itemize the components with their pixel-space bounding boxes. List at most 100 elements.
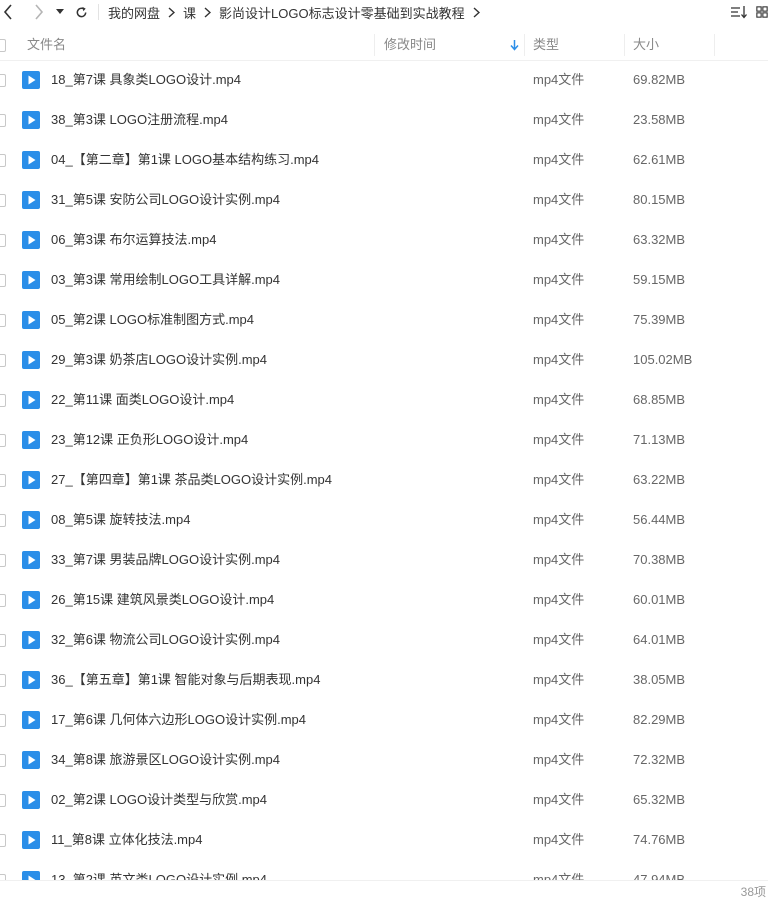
row-checkbox[interactable] — [0, 794, 6, 807]
file-name[interactable]: 22_第11课 面类LOGO设计.mp4 — [51, 380, 234, 420]
row-checkbox[interactable] — [0, 274, 6, 287]
file-row[interactable]: 13_第2课 英文类LOGO设计实例.mp4 mp4文件 47.94MB — [0, 860, 768, 880]
chevron-left-icon[interactable] — [0, 0, 16, 24]
file-name[interactable]: 05_第2课 LOGO标准制图方式.mp4 — [51, 300, 254, 340]
file-type: mp4文件 — [533, 272, 585, 287]
video-file-icon — [22, 671, 40, 689]
breadcrumb-item-current[interactable]: 影尚设计LOGO标志设计零基础到实战教程 — [219, 3, 465, 22]
file-row[interactable]: 17_第6课 几何体六边形LOGO设计实例.mp4 mp4文件 82.29MB — [0, 700, 768, 740]
file-row[interactable]: 38_第3课 LOGO注册流程.mp4 mp4文件 23.58MB — [0, 100, 768, 140]
chevron-right-icon[interactable] — [30, 0, 48, 24]
file-row[interactable]: 02_第2课 LOGO设计类型与欣赏.mp4 mp4文件 65.32MB — [0, 780, 768, 820]
row-checkbox[interactable] — [0, 354, 6, 367]
row-checkbox[interactable] — [0, 634, 6, 647]
file-type: mp4文件 — [533, 392, 585, 407]
file-size: 74.76MB — [633, 832, 686, 847]
grid-view-icon[interactable] — [756, 0, 768, 24]
video-file-icon — [22, 551, 40, 569]
refresh-icon[interactable] — [74, 0, 88, 24]
file-row[interactable]: 06_第3课 布尔运算技法.mp4 mp4文件 63.32MB — [0, 220, 768, 260]
column-divider[interactable] — [524, 34, 525, 56]
row-checkbox[interactable] — [0, 674, 6, 687]
file-size: 63.22MB — [633, 472, 686, 487]
file-row[interactable]: 33_第7课 男装品牌LOGO设计实例.mp4 mp4文件 70.38MB — [0, 540, 768, 580]
file-size: 62.61MB — [633, 152, 686, 167]
column-divider[interactable] — [374, 34, 375, 56]
file-name[interactable]: 13_第2课 英文类LOGO设计实例.mp4 — [51, 860, 267, 880]
file-name[interactable]: 31_第5课 安防公司LOGO设计实例.mp4 — [51, 180, 280, 220]
file-row[interactable]: 03_第3课 常用绘制LOGO工具详解.mp4 mp4文件 59.15MB — [0, 260, 768, 300]
row-checkbox[interactable] — [0, 594, 6, 607]
file-row[interactable]: 31_第5课 安防公司LOGO设计实例.mp4 mp4文件 80.15MB — [0, 180, 768, 220]
video-file-icon — [22, 71, 40, 89]
file-name[interactable]: 04_【第二章】第1课 LOGO基本结构练习.mp4 — [51, 140, 319, 180]
file-row[interactable]: 32_第6课 物流公司LOGO设计实例.mp4 mp4文件 64.01MB — [0, 620, 768, 660]
file-row[interactable]: 26_第15课 建筑风景类LOGO设计.mp4 mp4文件 60.01MB — [0, 580, 768, 620]
video-file-icon — [22, 591, 40, 609]
file-name[interactable]: 38_第3课 LOGO注册流程.mp4 — [51, 100, 228, 140]
row-checkbox[interactable] — [0, 154, 6, 167]
file-row[interactable]: 27_【第四章】第1课 茶品类LOGO设计实例.mp4 mp4文件 63.22M… — [0, 460, 768, 500]
video-file-icon — [22, 871, 40, 880]
file-row[interactable]: 22_第11课 面类LOGO设计.mp4 mp4文件 68.85MB — [0, 380, 768, 420]
breadcrumb-expand-icon[interactable] — [473, 6, 480, 18]
row-checkbox[interactable] — [0, 314, 6, 327]
file-name[interactable]: 06_第3课 布尔运算技法.mp4 — [51, 220, 216, 260]
sort-order-icon[interactable] — [730, 0, 748, 24]
caret-down-icon[interactable] — [55, 0, 65, 24]
file-name[interactable]: 23_第12课 正负形LOGO设计.mp4 — [51, 420, 248, 460]
file-row[interactable]: 29_第3课 奶茶店LOGO设计实例.mp4 mp4文件 105.02MB — [0, 340, 768, 380]
column-header-name[interactable]: 文件名 — [27, 30, 66, 60]
file-name[interactable]: 08_第5课 旋转技法.mp4 — [51, 500, 190, 540]
toolbar-divider — [98, 4, 99, 20]
file-name[interactable]: 11_第8课 立体化技法.mp4 — [51, 820, 202, 860]
file-name[interactable]: 34_第8课 旅游景区LOGO设计实例.mp4 — [51, 740, 280, 780]
file-row[interactable]: 34_第8课 旅游景区LOGO设计实例.mp4 mp4文件 72.32MB — [0, 740, 768, 780]
row-checkbox[interactable] — [0, 234, 6, 247]
breadcrumb-item-root[interactable]: 我的网盘 — [108, 3, 160, 22]
row-checkbox[interactable] — [0, 394, 6, 407]
file-type: mp4文件 — [533, 712, 585, 727]
file-type: mp4文件 — [533, 672, 585, 687]
file-name[interactable]: 02_第2课 LOGO设计类型与欣赏.mp4 — [51, 780, 267, 820]
file-name[interactable]: 27_【第四章】第1课 茶品类LOGO设计实例.mp4 — [51, 460, 332, 500]
file-row[interactable]: 05_第2课 LOGO标准制图方式.mp4 mp4文件 75.39MB — [0, 300, 768, 340]
column-divider[interactable] — [714, 34, 715, 56]
column-header-modified[interactable]: 修改时间 — [384, 30, 436, 60]
row-checkbox[interactable] — [0, 554, 6, 567]
row-checkbox[interactable] — [0, 474, 6, 487]
row-checkbox[interactable] — [0, 754, 6, 767]
file-name[interactable]: 36_【第五章】第1课 智能对象与后期表现.mp4 — [51, 660, 320, 700]
file-name[interactable]: 32_第6课 物流公司LOGO设计实例.mp4 — [51, 620, 280, 660]
row-checkbox[interactable] — [0, 194, 6, 207]
column-header-size[interactable]: 大小 — [633, 30, 659, 60]
file-name[interactable]: 26_第15课 建筑风景类LOGO设计.mp4 — [51, 580, 274, 620]
row-checkbox[interactable] — [0, 834, 6, 847]
file-name[interactable]: 18_第7课 具象类LOGO设计.mp4 — [51, 60, 241, 100]
file-type: mp4文件 — [533, 512, 585, 527]
file-size: 80.15MB — [633, 192, 686, 207]
file-row[interactable]: 36_【第五章】第1课 智能对象与后期表现.mp4 mp4文件 38.05MB — [0, 660, 768, 700]
file-row[interactable]: 11_第8课 立体化技法.mp4 mp4文件 74.76MB — [0, 820, 768, 860]
file-size: 75.39MB — [633, 312, 686, 327]
file-type: mp4文件 — [533, 352, 585, 367]
file-row[interactable]: 23_第12课 正负形LOGO设计.mp4 mp4文件 71.13MB — [0, 420, 768, 460]
row-checkbox[interactable] — [0, 714, 6, 727]
file-row[interactable]: 08_第5课 旋转技法.mp4 mp4文件 56.44MB — [0, 500, 768, 540]
file-name[interactable]: 03_第3课 常用绘制LOGO工具详解.mp4 — [51, 260, 280, 300]
file-row[interactable]: 18_第7课 具象类LOGO设计.mp4 mp4文件 69.82MB — [0, 60, 768, 100]
file-type: mp4文件 — [533, 472, 585, 487]
row-checkbox[interactable] — [0, 74, 6, 87]
column-header-type[interactable]: 类型 — [533, 30, 559, 60]
row-checkbox[interactable] — [0, 514, 6, 527]
row-checkbox[interactable] — [0, 114, 6, 127]
file-name[interactable]: 17_第6课 几何体六边形LOGO设计实例.mp4 — [51, 700, 306, 740]
select-all-checkbox[interactable] — [0, 39, 6, 52]
column-divider[interactable] — [624, 34, 625, 56]
file-name[interactable]: 33_第7课 男装品牌LOGO设计实例.mp4 — [51, 540, 280, 580]
row-checkbox[interactable] — [0, 434, 6, 447]
breadcrumb-item-folder[interactable]: 课 — [183, 3, 196, 22]
file-name[interactable]: 29_第3课 奶茶店LOGO设计实例.mp4 — [51, 340, 267, 380]
file-row[interactable]: 04_【第二章】第1课 LOGO基本结构练习.mp4 mp4文件 62.61MB — [0, 140, 768, 180]
file-size: 38.05MB — [633, 672, 686, 687]
